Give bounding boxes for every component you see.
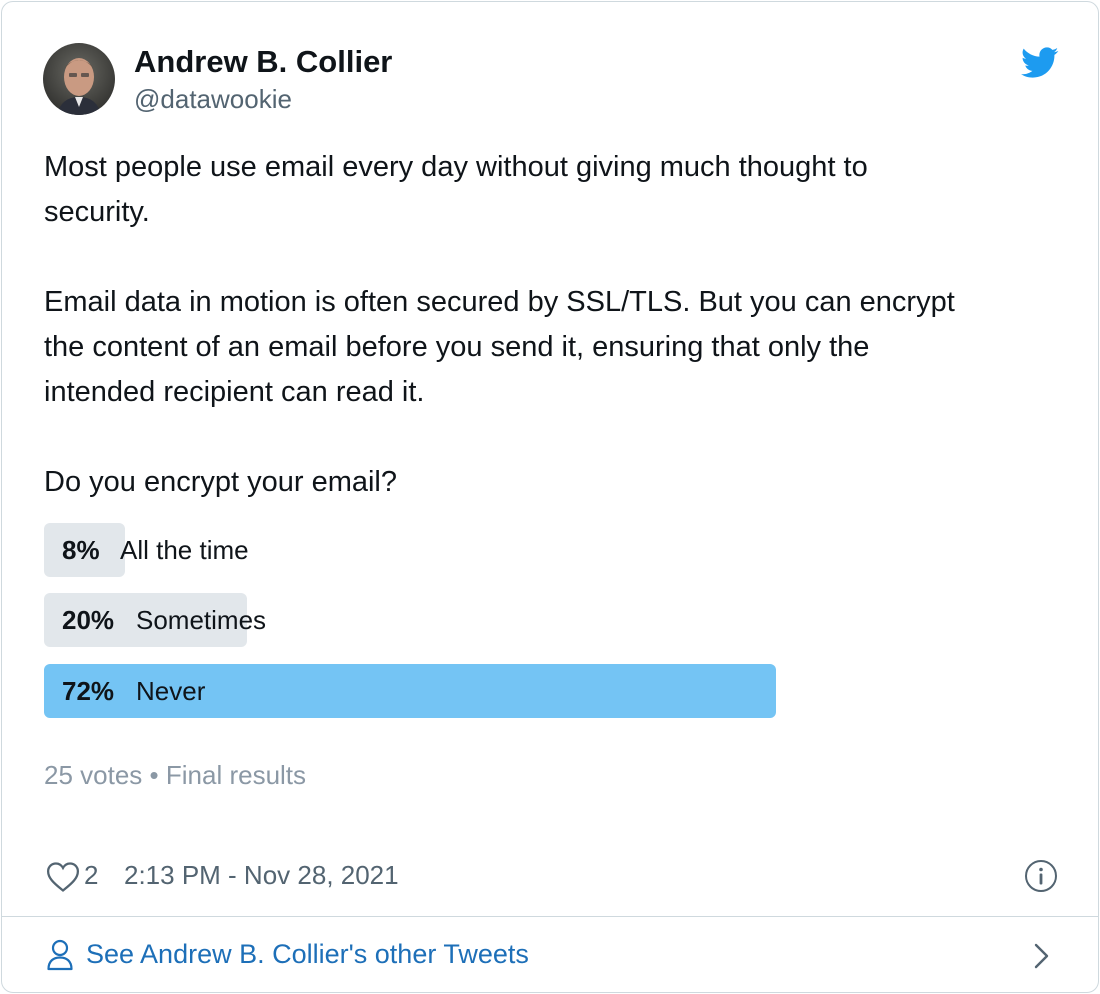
see-other-tweets-link[interactable]: See Andrew B. Collier's other Tweets	[2, 917, 1098, 992]
poll-separator: •	[149, 760, 159, 790]
poll-option-label: Sometimes	[136, 605, 267, 635]
tweet-line: Email data in motion is often secured by…	[44, 286, 955, 318]
poll-option-label: All the time	[120, 535, 249, 565]
see-other-tweets-label[interactable]: See Andrew B. Collier's other Tweets	[86, 939, 529, 970]
chevron-right-icon[interactable]	[1032, 941, 1052, 971]
heart-icon[interactable]	[46, 861, 80, 893]
author-name[interactable]: Andrew B. Collier	[134, 44, 392, 80]
author-handle[interactable]: @datawookie	[134, 84, 292, 115]
tweet-text: Most people use email every day without …	[44, 145, 1064, 505]
like-count[interactable]: 2	[84, 860, 98, 891]
poll-percent: 8%	[62, 535, 100, 565]
tweet-timestamp[interactable]: 2:13 PM - Nov 28, 2021	[124, 860, 399, 891]
poll-summary: 25 votes • Final results	[44, 760, 306, 791]
poll-percent: 72%	[62, 676, 115, 706]
tweet-line: Most people use email every day without …	[44, 151, 868, 183]
person-icon	[47, 939, 73, 971]
poll-option-never: 72% Never	[44, 664, 1060, 718]
tweet-line: Do you encrypt your email?	[44, 466, 397, 498]
poll-status: Final results	[165, 760, 307, 790]
tweet-card: Andrew B. Collier @datawookie Most peopl…	[1, 1, 1099, 993]
poll-option-all-the-time: 8% All the time	[44, 523, 1060, 577]
poll-percent: 20%	[62, 605, 115, 635]
tweet-line: security.	[44, 196, 150, 228]
tweet-line: the content of an email before you send …	[44, 331, 870, 363]
tweet-footer: 2 2:13 PM - Nov 28, 2021	[44, 858, 1060, 896]
tweet-line: intended recipient can read it.	[44, 376, 425, 408]
poll-vote-count: 25 votes	[44, 760, 143, 790]
info-icon[interactable]	[1024, 859, 1058, 893]
avatar[interactable]	[43, 43, 115, 115]
poll-option-sometimes: 20% Sometimes	[44, 593, 1060, 647]
poll-option-label: Never	[136, 676, 206, 706]
twitter-bird-icon[interactable]	[1021, 46, 1059, 80]
